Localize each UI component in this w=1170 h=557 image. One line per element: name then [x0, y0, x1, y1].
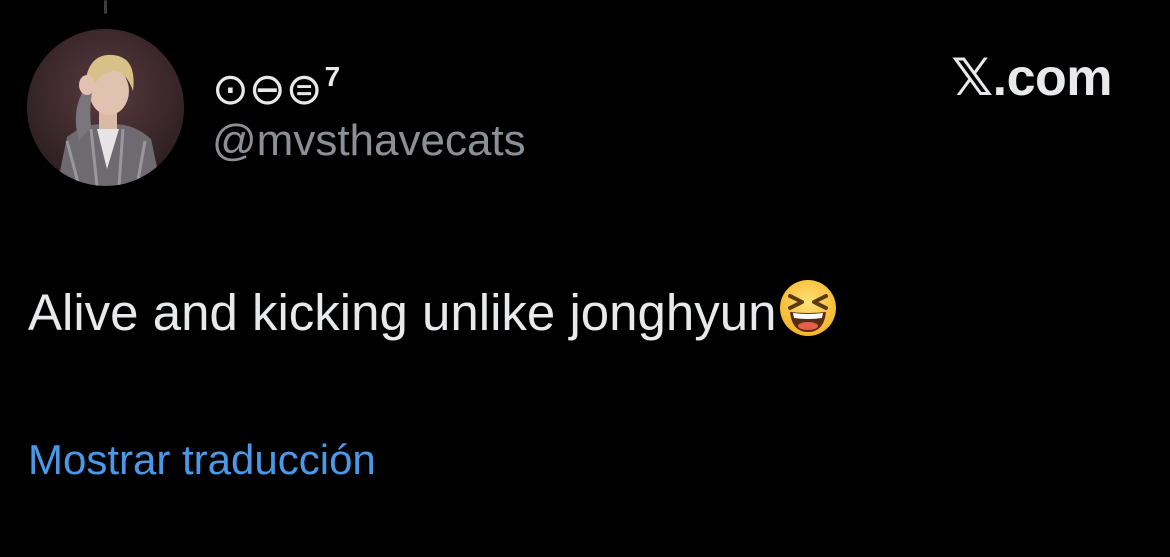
avatar-image	[27, 29, 184, 186]
display-name-superscript: 7	[324, 61, 341, 92]
thread-connector-line	[104, 0, 107, 14]
author-handle[interactable]: @mvsthavecats	[212, 114, 526, 168]
author-display-name[interactable]: ⊙⊖⊜7	[212, 52, 340, 115]
avatar[interactable]	[27, 29, 184, 186]
show-translation-link[interactable]: Mostrar traducción	[28, 432, 376, 488]
grinning-squinting-face-emoji-icon	[778, 278, 838, 354]
display-name-text: ⊙⊖⊜	[212, 65, 323, 114]
site-brand-label: 𝕏.com	[951, 49, 1112, 107]
tweet-text-content: Alive and kicking unlike jonghyun	[28, 284, 777, 341]
tweet-text: Alive and kicking unlike jonghyun	[28, 278, 838, 354]
